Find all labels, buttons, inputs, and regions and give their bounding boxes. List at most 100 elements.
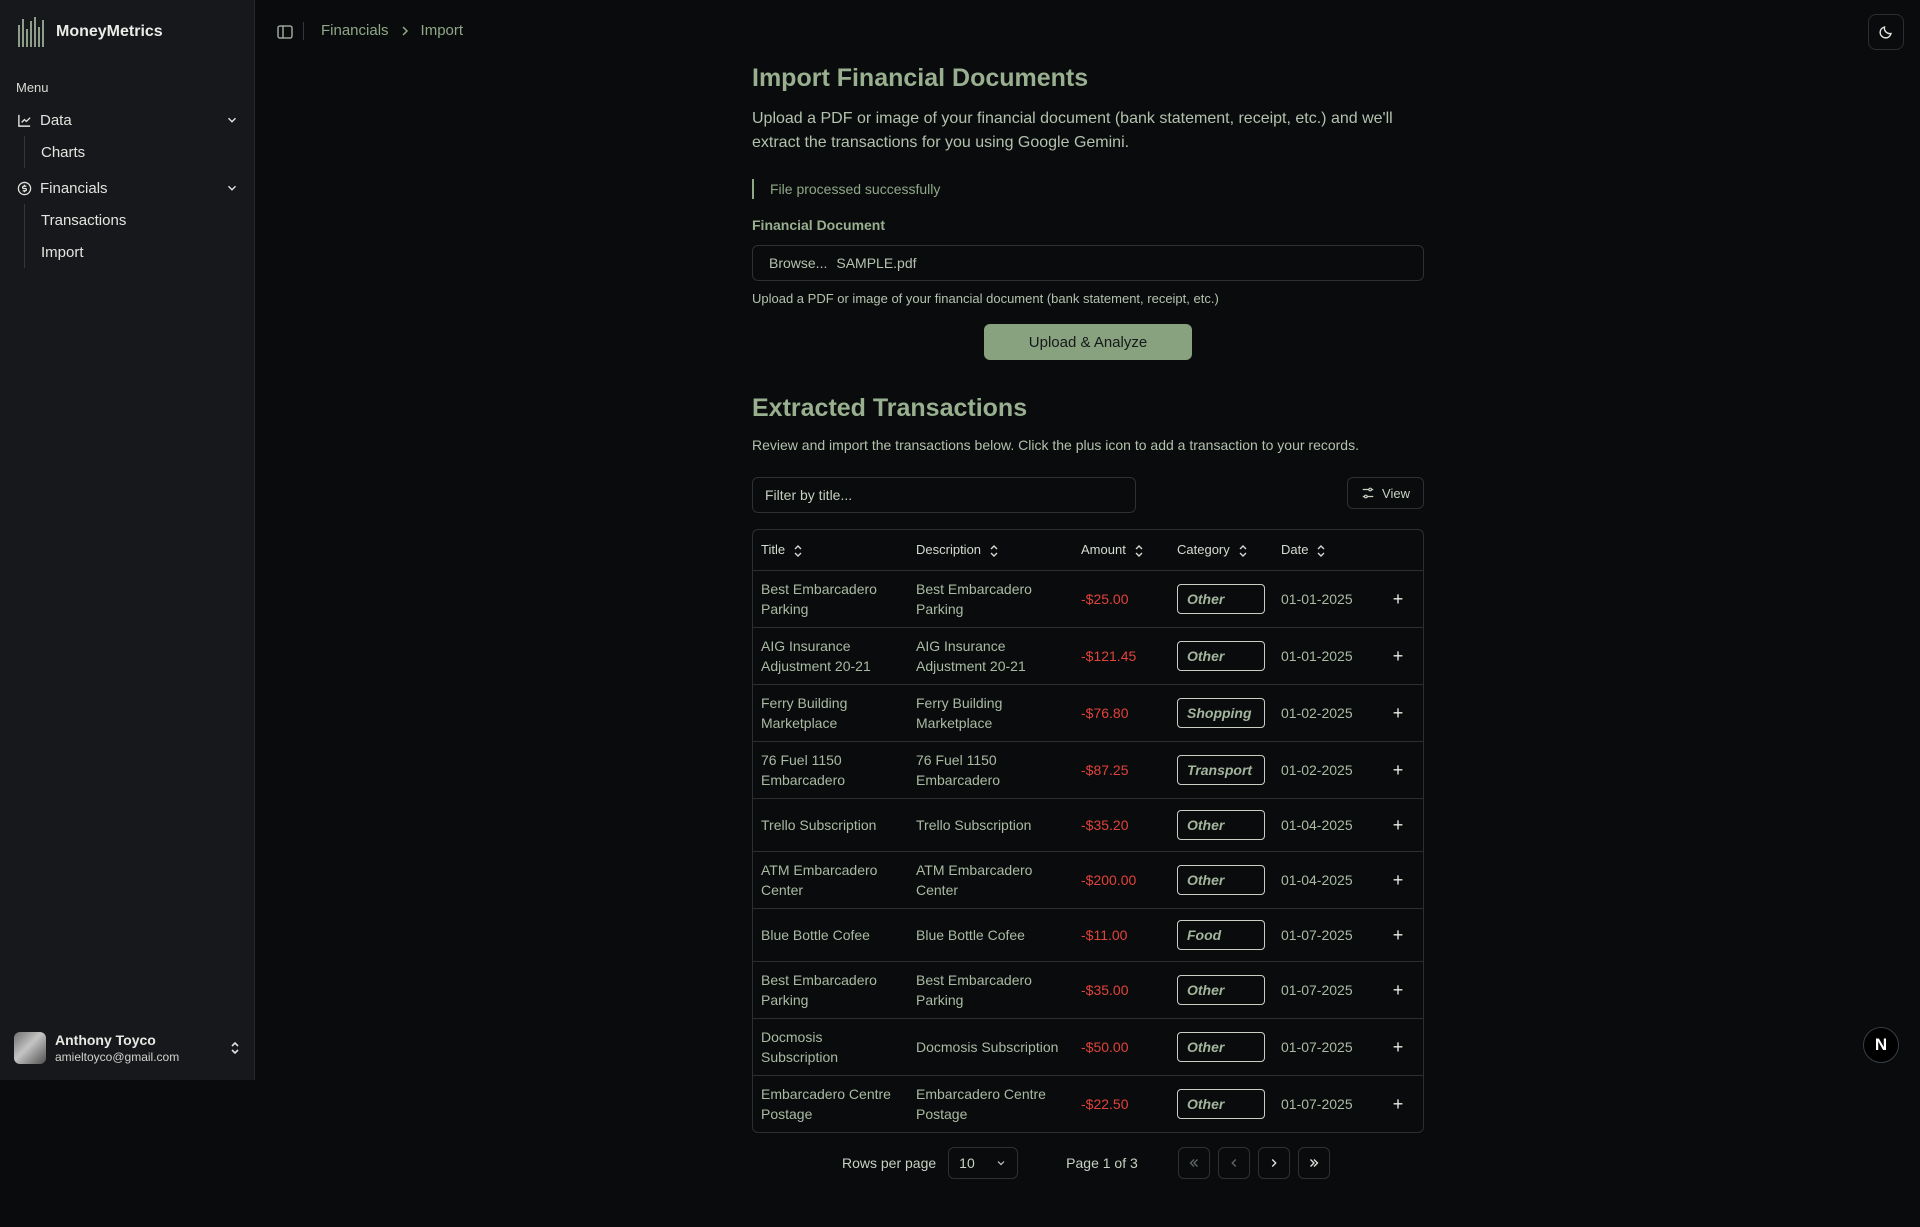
sidebar-toggle-icon[interactable] (275, 22, 295, 42)
page-info: Page 1 of 3 (1066, 1155, 1138, 1171)
sidebar-item-import[interactable]: Import (41, 236, 255, 268)
sidebar-item-charts[interactable]: Charts (41, 136, 255, 168)
nextjs-dev-button[interactable]: N (1863, 1027, 1899, 1063)
column-header-amount[interactable]: Amount (1073, 530, 1169, 571)
browse-button[interactable]: Browse... (769, 255, 827, 271)
breadcrumb-financials[interactable]: Financials (321, 22, 389, 39)
table-row: Ferry Building Marketplace Ferry Buildin… (753, 684, 1423, 742)
user-menu[interactable]: Anthony Toyco amieltoyco@gmail.com (14, 1028, 242, 1068)
cell-description: Docmosis Subscription (908, 1018, 1073, 1076)
cell-date: 01-01-2025 (1273, 570, 1373, 628)
cell-date: 01-02-2025 (1273, 741, 1373, 799)
table-toolbar: View (752, 477, 1424, 513)
cell-description: Best Embarcadero Parking (908, 961, 1073, 1019)
view-button-label: View (1382, 485, 1410, 501)
category-badge[interactable]: Other (1177, 974, 1265, 1005)
table-row: Embarcadero Centre Postage Embarcadero C… (753, 1075, 1423, 1132)
add-transaction-button[interactable]: + (1373, 1018, 1423, 1076)
add-transaction-button[interactable]: + (1373, 851, 1423, 909)
column-header-description[interactable]: Description (908, 530, 1073, 571)
nav-group-financials-toggle[interactable]: Financials (0, 172, 255, 204)
topbar: Financials Import (255, 0, 1920, 64)
cell-title: Docmosis Subscription (753, 1018, 908, 1076)
cell-description: 76 Fuel 1150 Embarcadero (908, 741, 1073, 799)
column-header-date[interactable]: Date (1273, 530, 1373, 571)
category-badge[interactable]: Transport (1177, 754, 1265, 785)
cell-amount: -$22.50 (1081, 1095, 1129, 1112)
column-header-title[interactable]: Title (753, 530, 908, 571)
page-description: Upload a PDF or image of your financial … (752, 110, 1393, 151)
cell-date: 01-04-2025 (1273, 851, 1373, 909)
rows-per-page-select[interactable]: 10 (948, 1147, 1019, 1179)
category-badge[interactable]: Other (1177, 640, 1265, 671)
add-transaction-button[interactable]: + (1373, 1075, 1423, 1132)
cell-date: 01-07-2025 (1273, 961, 1373, 1019)
category-badge[interactable]: Other (1177, 583, 1265, 614)
cell-date: 01-07-2025 (1281, 1095, 1353, 1112)
chevron-left-icon (1231, 1159, 1237, 1167)
category-badge[interactable]: Other (1177, 1031, 1265, 1062)
cell-description: Trello Subscription (908, 798, 1073, 852)
add-transaction-button[interactable]: + (1373, 570, 1423, 628)
chart-icon (16, 112, 32, 128)
sort-icon (990, 544, 998, 557)
cell-date: 01-01-2025 (1273, 627, 1373, 685)
plus-icon: + (1392, 702, 1404, 723)
category-badge[interactable]: Food (1177, 919, 1265, 950)
cell-title: Ferry Building Marketplace (753, 684, 908, 742)
category-badge[interactable]: Shopping (1177, 697, 1265, 728)
app-logo-icon (18, 17, 48, 47)
previous-page-button[interactable] (1217, 1147, 1250, 1179)
sidebar: MoneyMetrics Menu Data Charts Financials… (0, 0, 255, 1080)
chevron-right-icon (402, 25, 408, 36)
add-transaction-button[interactable]: + (1373, 798, 1423, 852)
add-transaction-button[interactable]: + (1373, 627, 1423, 685)
cell-title: Trello Subscription (753, 798, 908, 852)
rows-per-page-value: 10 (959, 1155, 975, 1171)
nav-sub-data: Charts (24, 136, 255, 168)
sort-icon (1239, 544, 1247, 557)
sidebar-item-transactions[interactable]: Transactions (41, 204, 255, 236)
cell-title: Best Embarcadero Parking (753, 961, 908, 1019)
cell-amount: -$11.00 (1073, 908, 1169, 962)
table-row: 76 Fuel 1150 Embarcadero 76 Fuel 1150 Em… (753, 741, 1423, 799)
topbar-divider (303, 22, 304, 40)
section-title: Extracted Transactions (752, 394, 1028, 422)
next-page-button[interactable] (1257, 1147, 1290, 1179)
last-page-button[interactable] (1297, 1147, 1330, 1179)
add-transaction-button[interactable]: + (1373, 684, 1423, 742)
file-input[interactable]: Browse... SAMPLE.pdf (752, 245, 1424, 281)
add-transaction-button[interactable]: + (1373, 961, 1423, 1019)
add-transaction-button[interactable]: + (1373, 908, 1423, 962)
column-header-category[interactable]: Category (1169, 530, 1273, 571)
app-name: MoneyMetrics (56, 23, 163, 40)
upload-analyze-button[interactable]: Upload & Analyze (984, 324, 1192, 360)
chevron-down-icon (228, 185, 236, 191)
cell-description: Embarcadero Centre Postage (916, 1085, 1046, 1122)
nav-group-label: Data (40, 111, 72, 129)
cell-amount: -$76.80 (1073, 684, 1169, 742)
cell-category: Other (1169, 961, 1273, 1019)
nav-group-data-toggle[interactable]: Data (0, 104, 255, 136)
status-message: File processed successfully (752, 179, 1424, 199)
moon-icon (1879, 26, 1892, 39)
filter-input[interactable] (752, 477, 1136, 513)
chevron-down-icon (228, 117, 236, 123)
category-badge[interactable]: Other (1177, 1088, 1265, 1119)
brand[interactable]: MoneyMetrics (18, 16, 163, 48)
category-badge[interactable]: Other (1177, 809, 1265, 840)
theme-toggle-button[interactable] (1868, 14, 1904, 50)
first-page-button[interactable] (1177, 1147, 1210, 1179)
cell-amount: -$25.00 (1073, 570, 1169, 628)
cell-category: Other (1169, 1075, 1273, 1132)
add-transaction-button[interactable]: + (1373, 741, 1423, 799)
cell-date: 01-07-2025 (1273, 908, 1373, 962)
cell-amount: -$50.00 (1073, 1018, 1169, 1076)
cell-category: Other (1169, 798, 1273, 852)
sort-icon (1135, 544, 1143, 557)
cell-description: Blue Bottle Cofee (908, 908, 1073, 962)
nav-group-financials: Financials Transactions Import (0, 172, 255, 268)
category-badge[interactable]: Other (1177, 864, 1265, 895)
table-row: Best Embarcadero Parking Best Embarcader… (753, 570, 1423, 628)
view-button[interactable]: View (1347, 477, 1424, 509)
